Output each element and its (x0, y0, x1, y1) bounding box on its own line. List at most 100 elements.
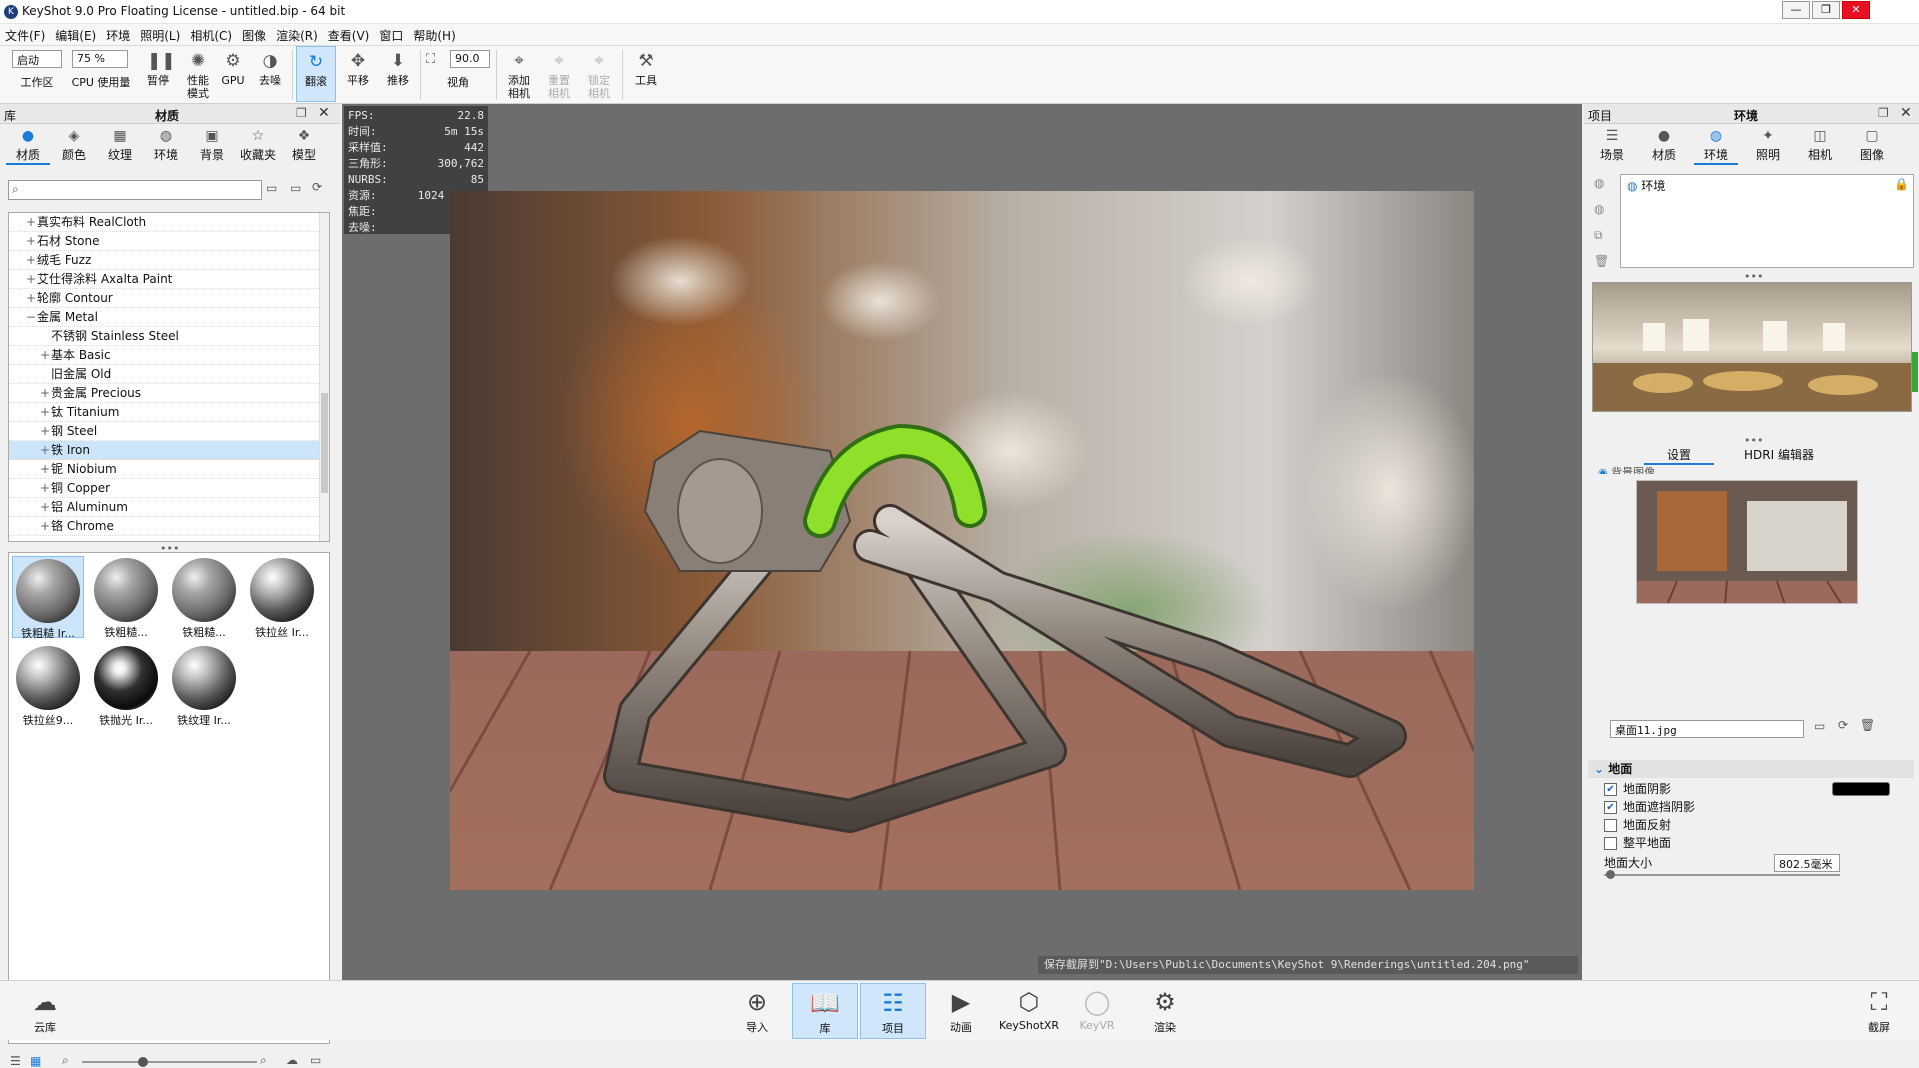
tab-lighting[interactable]: ✦ 照明 (1746, 128, 1790, 163)
tree-item[interactable]: +钢 Steel (9, 422, 329, 441)
tree-item[interactable]: +钛 Titanium (9, 403, 329, 422)
lock-camera-button[interactable]: ⌖ 锁定 相机 (580, 46, 618, 102)
refresh-icon[interactable]: ⟳ (1838, 718, 1848, 732)
gpu-button[interactable]: ⚙ GPU (218, 46, 248, 102)
tab-textures[interactable]: ▦ 纹理 (98, 128, 142, 163)
delete-icon[interactable]: 🗑 (1860, 718, 1875, 732)
workspace-select[interactable]: 启动 (12, 50, 62, 68)
pause-button[interactable]: ❚❚ 暂停 (138, 46, 178, 102)
expand-icon[interactable]: + (25, 289, 37, 308)
ground-size-slider[interactable] (1604, 870, 1840, 879)
float-panel-icon[interactable]: ❐ (1878, 106, 1889, 120)
menu-lighting[interactable]: 照明(L) (135, 24, 185, 47)
cpu-usage-select[interactable]: 75 % (72, 50, 128, 68)
checkbox-unchecked-icon[interactable] (1604, 819, 1617, 832)
zoom-in-icon[interactable]: ⌕ (260, 1053, 267, 1068)
folder-open-icon[interactable]: ▭ (1814, 719, 1825, 733)
screenshot-button[interactable]: ⛶ 截屏 (1846, 983, 1912, 1039)
tab-materials[interactable]: ● 材质 (6, 128, 50, 165)
folder-add-icon[interactable]: ▭ (290, 181, 301, 195)
material-thumbnail[interactable]: 铁抛光 Ir... (90, 644, 162, 727)
expand-icon[interactable]: + (25, 270, 37, 289)
performance-mode-button[interactable]: ✺ 性能 模式 (178, 46, 218, 102)
expand-icon[interactable]: + (39, 403, 51, 422)
tree-item[interactable]: +艾仕得涂料 Axalta Paint (9, 270, 329, 289)
expand-icon[interactable]: + (39, 441, 51, 460)
expand-icon[interactable]: + (39, 346, 51, 365)
keyshotxr-button[interactable]: ⬡ KeyShotXR (996, 983, 1062, 1039)
ground-section-header[interactable]: ⌄ 地面 (1588, 760, 1914, 778)
tree-item[interactable]: +石材 Stone (9, 232, 329, 251)
radio-selected-icon[interactable]: ◉ (1598, 466, 1608, 474)
expand-icon[interactable]: + (25, 213, 37, 232)
close-panel-icon[interactable]: ✕ (318, 105, 330, 121)
tab-backgrounds[interactable]: ▣ 背景 (190, 128, 234, 163)
project-button[interactable]: ☷ 项目 (860, 983, 926, 1039)
material-thumbnail[interactable]: 铁纹理 Ir... (168, 644, 240, 727)
duplicate-environment-icon[interactable]: ◍ (1594, 202, 1604, 216)
render-viewport[interactable]: FPS: 22.8 时间: 5m 15s 采样值: 442 三角形: 300,762 NURBS… (342, 104, 1582, 980)
hdri-scrollbar[interactable] (1912, 352, 1918, 392)
maximize-button[interactable]: ❐ (1812, 1, 1840, 19)
tree-item[interactable]: 不锈钢 Stainless Steel (9, 327, 329, 346)
tab-environments[interactable]: ◍ 环境 (144, 128, 188, 163)
tools-button[interactable]: ⚒ 工具 (626, 46, 666, 102)
ground-shadow-color-swatch[interactable] (1832, 782, 1890, 796)
ground-size-input[interactable]: 802.5毫米 (1774, 854, 1840, 872)
float-panel-icon[interactable]: ❐ (296, 106, 307, 120)
tab-environment[interactable]: ◍ 环境 (1694, 128, 1738, 165)
menu-render[interactable]: 渲染(R) (271, 24, 323, 47)
animation-button[interactable]: ▶ 动画 (928, 983, 994, 1039)
tree-item[interactable]: +铁 Iron (9, 441, 329, 460)
render-button[interactable]: ⚙ 渲染 (1132, 983, 1198, 1039)
background-file-input[interactable]: 桌面11.jpg (1610, 720, 1804, 738)
expand-icon[interactable]: + (39, 517, 51, 536)
menu-file[interactable]: 文件(F) (0, 24, 50, 47)
thumbnail-size-slider[interactable] (82, 1057, 257, 1067)
tree-item[interactable]: +铌 Niobium (9, 460, 329, 479)
zoom-out-icon[interactable]: ⌕ (62, 1053, 69, 1068)
menu-help[interactable]: 帮助(H) (408, 24, 460, 47)
folder-refresh-icon[interactable]: ▭ (310, 1053, 321, 1067)
menu-image[interactable]: 图像 (237, 24, 271, 47)
menu-camera[interactable]: 相机(C) (185, 24, 237, 47)
menu-window[interactable]: 窗口 (374, 24, 408, 47)
menu-edit[interactable]: 编辑(E) (50, 24, 101, 47)
tree-scrollbar[interactable] (319, 213, 329, 541)
import-environment-icon[interactable]: ⧉ (1594, 228, 1603, 243)
minimize-button[interactable]: — (1782, 1, 1810, 19)
menu-environment[interactable]: 环境 (101, 24, 135, 47)
material-thumbnail[interactable]: 铁粗糙 Ir... (12, 556, 84, 640)
folder-icon[interactable]: ▭ (266, 181, 277, 195)
fov-input[interactable]: 90.0 (450, 50, 490, 68)
tree-item[interactable]: +铜 Copper (9, 479, 329, 498)
material-thumbnail[interactable]: 铁粗糙... (90, 556, 162, 639)
tree-item[interactable]: +基本 Basic (9, 346, 329, 365)
material-thumbnail[interactable]: 铁粗糙... (168, 556, 240, 639)
cloud-library-button[interactable]: ☁ 云库 (12, 983, 78, 1039)
pan-button[interactable]: ✥ 平移 (338, 46, 378, 102)
checkbox-checked-icon[interactable]: ✔ (1604, 783, 1617, 796)
expand-icon[interactable]: + (39, 498, 51, 517)
cloud-upload-icon[interactable]: ☁ (286, 1053, 298, 1067)
refresh-icon[interactable]: ⟳ (312, 180, 322, 194)
library-button[interactable]: 📖 库 (792, 983, 858, 1039)
subtab-hdri-editor[interactable]: HDRI 编辑器 (1734, 446, 1824, 463)
menu-view[interactable]: 查看(V) (323, 24, 375, 47)
ground-option[interactable]: ✔ 地面遮挡阴影 (1604, 798, 1695, 815)
close-panel-icon[interactable]: ✕ (1900, 105, 1912, 121)
tab-material[interactable]: ● 材质 (1642, 128, 1686, 163)
tree-item[interactable]: +铝 Aluminum (9, 498, 329, 517)
close-button[interactable]: ✕ (1842, 1, 1870, 19)
background-image-preview[interactable] (1636, 480, 1858, 604)
expand-icon[interactable]: + (39, 384, 51, 403)
collapse-icon[interactable]: − (25, 308, 37, 327)
tree-item[interactable]: +真实布料 RealCloth (9, 213, 329, 232)
tab-image[interactable]: ▢ 图像 (1850, 128, 1894, 163)
expand-icon[interactable]: + (39, 460, 51, 479)
subtab-settings[interactable]: 设置 (1644, 446, 1714, 465)
delete-icon[interactable]: 🗑 (1594, 254, 1609, 268)
expand-icon[interactable]: + (39, 422, 51, 441)
tab-colors[interactable]: ◈ 颜色 (52, 128, 96, 163)
tree-item[interactable]: −金属 Metal (9, 308, 329, 327)
